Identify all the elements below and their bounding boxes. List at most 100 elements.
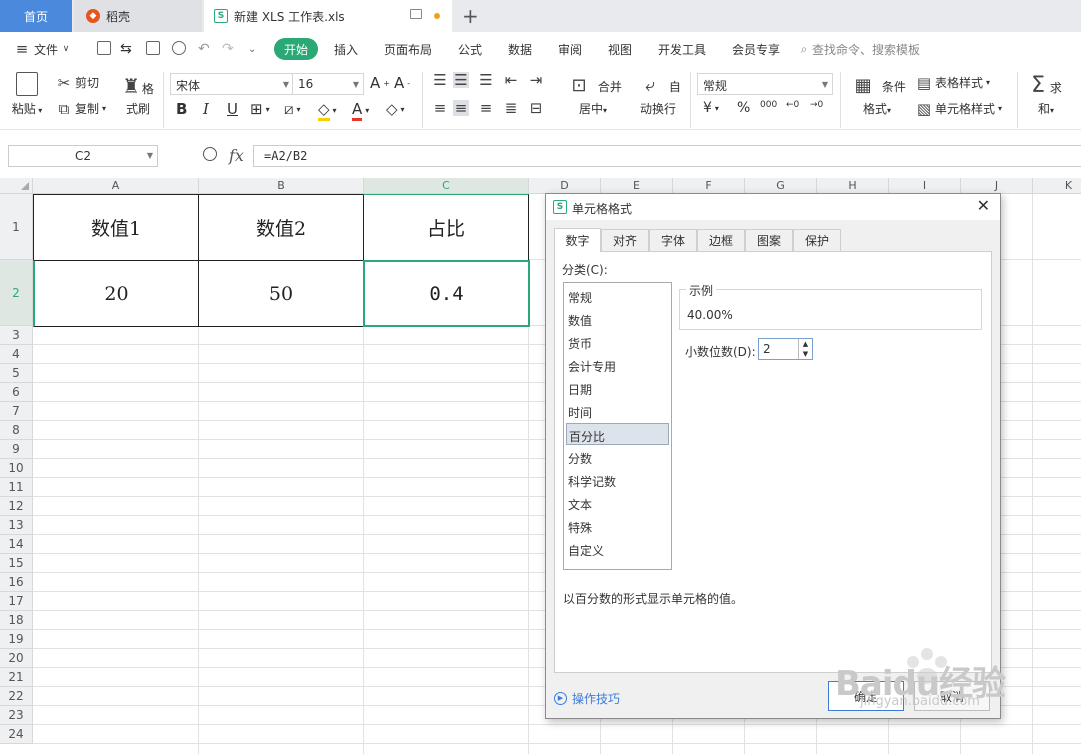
font-size-select[interactable]: 16 ▼: [292, 73, 364, 95]
list-item[interactable]: 日期: [566, 377, 669, 399]
row-header[interactable]: 17: [0, 592, 33, 611]
menu-page-layout[interactable]: 页面布局: [384, 32, 432, 66]
align-top-icon[interactable]: ☰: [432, 72, 448, 88]
number-format-select[interactable]: 常规 ▼: [697, 73, 833, 95]
preview-icon[interactable]: [172, 41, 186, 55]
menu-member[interactable]: 会员专享: [732, 32, 780, 66]
row-header[interactable]: 16: [0, 573, 33, 592]
menu-review[interactable]: 审阅: [558, 32, 582, 66]
conditional-format-button[interactable]: ▦ 条件格式▾: [846, 72, 908, 117]
fill-pattern-icon[interactable]: ⧄ ▾: [284, 100, 301, 118]
cell-a1[interactable]: 数值1: [33, 194, 199, 261]
row-header[interactable]: 3: [0, 326, 33, 345]
row-header[interactable]: 21: [0, 668, 33, 687]
customize-chevron-icon[interactable]: ⌄: [248, 32, 256, 66]
decrease-font-icon[interactable]: A-: [394, 74, 410, 92]
column-header-i[interactable]: I: [889, 178, 961, 194]
row-header[interactable]: 12: [0, 497, 33, 516]
row-header[interactable]: 19: [0, 630, 33, 649]
column-header-f[interactable]: F: [673, 178, 745, 194]
table-style-button[interactable]: ▤ 表格样式 ▾: [916, 74, 990, 91]
row-header[interactable]: 24: [0, 725, 33, 744]
align-left-icon[interactable]: ≡: [432, 100, 448, 116]
align-bottom-icon[interactable]: ☰: [478, 72, 494, 88]
column-header-a[interactable]: A: [33, 178, 199, 194]
cell-b1[interactable]: 数值2: [198, 194, 364, 261]
paste-button[interactable]: 粘贴 ▾: [10, 72, 44, 117]
merge-center-button[interactable]: ⊡ 合并居中▾: [562, 72, 624, 117]
formula-input[interactable]: =A2/B2: [253, 145, 1081, 167]
save-icon[interactable]: [97, 41, 111, 55]
undo-icon[interactable]: ↶: [198, 32, 210, 66]
cell-b2[interactable]: 50: [198, 260, 364, 327]
close-icon[interactable]: ✕: [977, 196, 990, 215]
list-item[interactable]: 时间: [566, 400, 669, 422]
row-header[interactable]: 7: [0, 402, 33, 421]
wrap-text-button[interactable]: ⤶ 自动换行: [630, 72, 686, 117]
row-header[interactable]: 10: [0, 459, 33, 478]
menu-developer[interactable]: 开发工具: [658, 32, 706, 66]
list-item-selected[interactable]: 百分比: [566, 423, 669, 445]
fill-color-icon[interactable]: ◇ ▾: [318, 100, 337, 121]
dialog-tab-border[interactable]: 边框: [697, 229, 745, 251]
row-header[interactable]: 13: [0, 516, 33, 535]
row-header[interactable]: 4: [0, 345, 33, 364]
align-right-icon[interactable]: ≡: [478, 100, 494, 116]
dialog-tab-alignment[interactable]: 对齐: [601, 229, 649, 251]
row-header[interactable]: 18: [0, 611, 33, 630]
row-header[interactable]: 9: [0, 440, 33, 459]
zoom-icon[interactable]: [203, 147, 217, 161]
row-header[interactable]: 6: [0, 383, 33, 402]
menu-insert[interactable]: 插入: [334, 32, 358, 66]
dialog-tab-protection[interactable]: 保护: [793, 229, 841, 251]
list-item[interactable]: 会计专用: [566, 354, 669, 376]
list-item[interactable]: 常规: [566, 285, 669, 307]
cell-a2[interactable]: 20: [33, 260, 199, 327]
cut-button[interactable]: ✂ 剪切: [56, 74, 99, 91]
italic-button[interactable]: I: [203, 100, 209, 118]
column-header-d[interactable]: D: [529, 178, 601, 194]
column-header-b[interactable]: B: [199, 178, 364, 194]
menu-start[interactable]: 开始: [274, 38, 319, 60]
tab-document[interactable]: S 新建 XLS 工作表.xls: [204, 0, 452, 32]
redo-icon[interactable]: ↷: [222, 32, 234, 66]
list-item[interactable]: 科学记数: [566, 469, 669, 491]
name-box[interactable]: C2 ▼: [8, 145, 158, 167]
column-header-h[interactable]: H: [817, 178, 889, 194]
border-icon[interactable]: ⊞ ▾: [250, 100, 270, 118]
row-header[interactable]: 14: [0, 535, 33, 554]
output-icon[interactable]: ⇆: [120, 32, 132, 66]
align-center-icon[interactable]: ≡: [453, 100, 469, 116]
tab-home[interactable]: 首页: [0, 0, 72, 32]
thousands-icon[interactable]: 000: [760, 100, 777, 110]
increase-decimal-icon[interactable]: ←0: [786, 100, 799, 110]
column-header-e[interactable]: E: [601, 178, 673, 194]
menu-formulas[interactable]: 公式: [458, 32, 482, 66]
row-header[interactable]: 11: [0, 478, 33, 497]
category-list[interactable]: 常规 数值 货币 会计专用 日期 时间 百分比 分数 科学记数 文本 特殊 自定…: [563, 282, 672, 570]
cell-style-button[interactable]: ▧ 单元格样式 ▾: [916, 100, 1002, 117]
underline-button[interactable]: U: [227, 100, 238, 118]
column-header-j[interactable]: J: [961, 178, 1033, 194]
dialog-tab-font[interactable]: 字体: [649, 229, 697, 251]
row-header[interactable]: 15: [0, 554, 33, 573]
increase-font-icon[interactable]: A +: [370, 74, 390, 92]
sum-button[interactable]: Σ 求和▾: [1026, 72, 1066, 117]
select-all-corner[interactable]: [0, 178, 33, 194]
align-middle-icon[interactable]: ☰: [453, 72, 469, 88]
new-tab-plus-icon[interactable]: +: [462, 4, 479, 28]
menu-view[interactable]: 视图: [608, 32, 632, 66]
decrease-decimal-icon[interactable]: →0: [810, 100, 823, 110]
column-header-c[interactable]: C: [364, 178, 529, 194]
font-color-icon[interactable]: A ▾: [352, 100, 369, 121]
list-item[interactable]: 自定义: [566, 538, 669, 560]
tips-link[interactable]: ▶ 操作技巧: [554, 690, 620, 707]
row-header[interactable]: 5: [0, 364, 33, 383]
percent-icon[interactable]: %: [737, 100, 750, 116]
justify-icon[interactable]: ≣: [503, 100, 519, 116]
command-search[interactable]: ⌕ 查找命令、搜索模板: [796, 32, 920, 66]
bold-button[interactable]: B: [176, 100, 187, 118]
list-item[interactable]: 分数: [566, 446, 669, 468]
list-item[interactable]: 数值: [566, 308, 669, 330]
row-header[interactable]: 8: [0, 421, 33, 440]
